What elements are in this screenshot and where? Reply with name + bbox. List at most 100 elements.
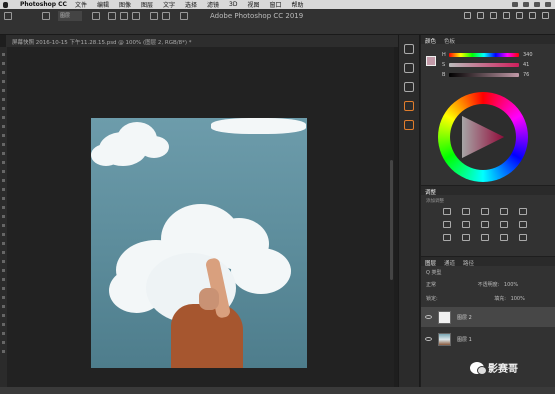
search-icon[interactable]	[534, 2, 540, 7]
share-icon[interactable]	[542, 12, 549, 19]
battery-icon[interactable]	[523, 2, 529, 7]
workspace-icon[interactable]	[529, 12, 536, 19]
menu-view[interactable]: 视图	[247, 0, 259, 9]
curves-icon[interactable]	[481, 208, 489, 215]
tool-icon[interactable]	[2, 224, 5, 227]
tool-icon[interactable]	[2, 197, 5, 200]
tool-icon[interactable]	[2, 152, 5, 155]
eye-icon[interactable]	[425, 337, 432, 341]
tool-icon[interactable]	[2, 278, 5, 281]
tool-icon[interactable]	[2, 161, 5, 164]
tool-icon[interactable]	[2, 107, 5, 110]
tool-icon[interactable]	[2, 260, 5, 263]
tool-icon[interactable]	[2, 206, 5, 209]
tool-icon[interactable]	[2, 116, 5, 119]
transform-controls-checkbox[interactable]	[92, 12, 100, 20]
menu-type[interactable]: 文字	[163, 0, 175, 9]
tool-icon[interactable]	[2, 233, 5, 236]
photo-filter-icon[interactable]	[500, 221, 508, 228]
vibrance-icon[interactable]	[519, 208, 527, 215]
tool-icon[interactable]	[2, 332, 5, 335]
color-wheel[interactable]	[438, 92, 528, 182]
rotate-3d-icon[interactable]	[464, 12, 471, 19]
layer-row[interactable]: 图层 2	[421, 307, 555, 327]
menu-window[interactable]: 窗口	[270, 0, 282, 9]
posterize-icon[interactable]	[462, 234, 470, 241]
menu-filter[interactable]: 滤镜	[207, 0, 219, 9]
tool-icon[interactable]	[2, 341, 5, 344]
tool-icon[interactable]	[2, 80, 5, 83]
opacity-value[interactable]: 100%	[504, 282, 518, 288]
tool-icon[interactable]	[2, 287, 5, 290]
color-balance-icon[interactable]	[462, 221, 470, 228]
tool-icon[interactable]	[2, 53, 5, 56]
move-tool-icon[interactable]	[4, 12, 12, 20]
search-icon[interactable]	[516, 12, 523, 19]
tool-icon[interactable]	[2, 314, 5, 317]
tab-swatches[interactable]: 色板	[444, 37, 455, 45]
distribute-icon[interactable]	[150, 12, 158, 20]
vertical-scrollbar[interactable]	[390, 160, 393, 280]
slider-value[interactable]: 76	[523, 72, 529, 78]
color-triangle[interactable]	[458, 112, 508, 162]
menu-image[interactable]: 图像	[119, 0, 131, 9]
auto-select-dropdown[interactable]: 图层	[58, 11, 82, 21]
history-icon[interactable]	[404, 44, 414, 54]
tool-icon[interactable]	[2, 269, 5, 272]
tool-icon[interactable]	[2, 98, 5, 101]
tool-icon[interactable]	[2, 251, 5, 254]
adjust-icon[interactable]	[404, 82, 414, 92]
menu-layer[interactable]: 图层	[141, 0, 153, 9]
app-menu[interactable]: Photoshop CC	[20, 1, 67, 8]
brightness-slider[interactable]	[449, 73, 519, 77]
foreground-color-swatch[interactable]	[426, 56, 436, 66]
menu-select[interactable]: 选择	[185, 0, 197, 9]
notification-icon[interactable]	[545, 2, 551, 7]
align-center-icon[interactable]	[120, 12, 128, 20]
tool-icon[interactable]	[2, 296, 5, 299]
hue-slider[interactable]	[449, 53, 519, 57]
tools-x-icon[interactable]	[404, 101, 414, 111]
tab-color[interactable]: 颜色	[425, 37, 436, 45]
gradient-map-icon[interactable]	[500, 234, 508, 241]
slider-value[interactable]: 340	[523, 52, 533, 58]
tab-adjustments[interactable]: 调整	[425, 188, 436, 196]
layer-name[interactable]: 图层 1	[457, 336, 472, 343]
eye-icon[interactable]	[425, 315, 432, 319]
tool-icon[interactable]	[2, 62, 5, 65]
apple-icon[interactable]	[3, 1, 8, 8]
align-right-icon[interactable]	[132, 12, 140, 20]
auto-select-checkbox[interactable]	[42, 12, 50, 20]
tool-icon[interactable]	[2, 350, 5, 353]
hue-saturation-icon[interactable]	[443, 221, 451, 228]
exposure-icon[interactable]	[500, 208, 508, 215]
document-image[interactable]	[91, 118, 307, 368]
invert-icon[interactable]	[443, 234, 451, 241]
selective-color-icon[interactable]	[519, 234, 527, 241]
drag-3d-icon[interactable]	[490, 12, 497, 19]
fill-value[interactable]: 100%	[511, 296, 525, 302]
tool-icon[interactable]	[2, 323, 5, 326]
align-left-icon[interactable]	[108, 12, 116, 20]
align-bottom-icon[interactable]	[180, 12, 188, 20]
properties-icon[interactable]	[404, 63, 414, 73]
brightness-icon[interactable]	[443, 208, 451, 215]
channel-mixer-icon[interactable]	[519, 221, 527, 228]
slider-value[interactable]: 41	[523, 62, 529, 68]
layer-row[interactable]: 图层 1	[421, 329, 555, 349]
tab-channels[interactable]: 通道	[444, 259, 455, 267]
tool-icon[interactable]	[2, 125, 5, 128]
tool-icon[interactable]	[2, 305, 5, 308]
slide-3d-icon[interactable]	[503, 12, 510, 19]
menu-file[interactable]: 文件	[75, 0, 87, 9]
saturation-slider[interactable]	[449, 63, 519, 67]
layer-filter[interactable]: Q 类型	[426, 270, 442, 276]
menu-help[interactable]: 帮助	[292, 0, 304, 9]
tool-icon[interactable]	[2, 242, 5, 245]
tool-icon[interactable]	[2, 179, 5, 182]
tool-icon[interactable]	[2, 170, 5, 173]
brush-settings-icon[interactable]	[404, 120, 414, 130]
tool-icon[interactable]	[2, 215, 5, 218]
blend-mode-select[interactable]: 正常	[426, 282, 436, 288]
tool-icon[interactable]	[2, 89, 5, 92]
